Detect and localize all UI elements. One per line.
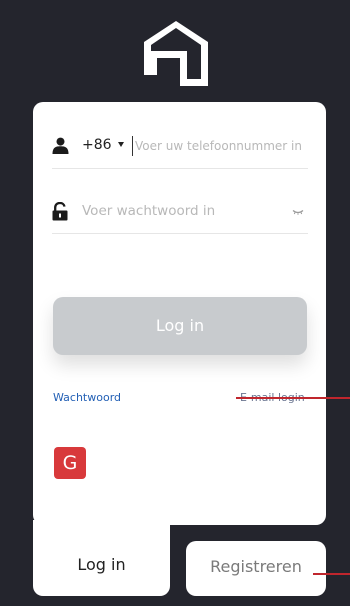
- forgot-password-link[interactable]: Wachtwoord: [53, 391, 121, 404]
- annotation-line: [236, 397, 350, 399]
- tab-login[interactable]: Log in: [33, 520, 170, 596]
- login-button[interactable]: Log in: [53, 297, 307, 355]
- tab-register[interactable]: Registreren: [186, 541, 326, 596]
- google-login-button[interactable]: G: [54, 447, 86, 479]
- phone-row: +86: [52, 135, 311, 169]
- phone-input[interactable]: [132, 136, 311, 156]
- eye-closed-icon[interactable]: [292, 209, 304, 215]
- tab-register-label: Registreren: [210, 557, 302, 576]
- caret-down-icon[interactable]: [118, 142, 124, 147]
- tab-login-label: Log in: [77, 555, 126, 574]
- annotation-line: [313, 573, 350, 575]
- user-icon: [52, 137, 69, 154]
- house-logo-icon: [144, 21, 208, 86]
- password-input[interactable]: [82, 201, 272, 221]
- password-row: [52, 200, 308, 234]
- country-code-select[interactable]: +86: [82, 137, 112, 153]
- lock-icon: [52, 202, 68, 221]
